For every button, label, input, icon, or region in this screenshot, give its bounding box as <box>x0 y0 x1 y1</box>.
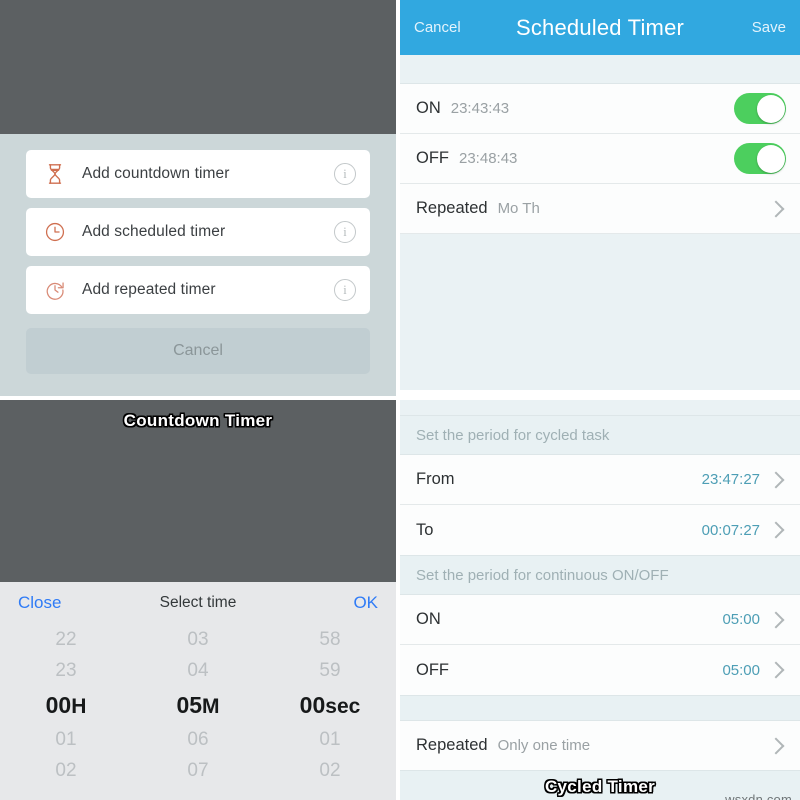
empty-area <box>400 234 800 390</box>
row-on-time: 23:43:43 <box>450 100 510 117</box>
info-icon[interactable]: i <box>334 279 356 301</box>
row-off[interactable]: OFF 23:48:43 <box>400 134 800 184</box>
ok-button[interactable]: OK <box>308 593 378 613</box>
wheel-item[interactable]: 01 <box>319 724 340 755</box>
wheel-item[interactable]: 22 <box>55 624 76 655</box>
picker-toolbar: Close Select time OK <box>0 582 396 624</box>
toggle-on-switch[interactable] <box>734 93 786 124</box>
wheel-item[interactable]: 04 <box>187 655 208 686</box>
wheel-item[interactable]: 02 <box>319 755 340 786</box>
hourglass-icon <box>42 161 68 187</box>
row-to[interactable]: To 00:07:27 <box>400 505 800 555</box>
row-off-time: 23:48:43 <box>459 150 518 167</box>
section-header-continuous: Set the period for continuous ON/OFF <box>400 555 800 595</box>
screenshot-root: Add countdown timer i Add scheduled time… <box>0 0 800 800</box>
chevron-right-icon <box>767 611 785 628</box>
row-on[interactable]: ON 23:43:43 <box>400 84 800 134</box>
footer-caption-area: Cycled Timer wsxdn.com <box>400 771 800 800</box>
wheel-item[interactable]: 58 <box>319 624 340 655</box>
wheel-unit: sec <box>325 695 361 718</box>
row-off-label: OFF <box>416 660 449 679</box>
row-on-label: ON <box>416 99 441 117</box>
wheel-selected-seconds[interactable]: 00sec <box>300 686 361 724</box>
panel-add-timer-sheet: Add countdown timer i Add scheduled time… <box>0 0 396 396</box>
sheet-option-countdown[interactable]: Add countdown timer i <box>26 150 370 198</box>
panel-cycled-timer: Set the period for cycled task From 23:4… <box>400 400 800 800</box>
row-off-value: 05:00 <box>722 661 760 679</box>
clock-icon <box>42 219 68 245</box>
row-repeated[interactable]: Repeated Only one time <box>400 721 800 771</box>
countdown-caption: Countdown Timer <box>123 411 273 430</box>
wheel-selected-value: 05 <box>176 692 203 718</box>
wheel-selected-minutes[interactable]: 05M <box>176 686 219 724</box>
wheel-item[interactable]: 59 <box>319 655 340 686</box>
repeat-arrow-icon <box>42 277 68 303</box>
chevron-right-icon <box>767 200 785 217</box>
close-button[interactable]: Close <box>18 593 88 613</box>
row-on-label: ON <box>416 610 441 628</box>
action-sheet: Add countdown timer i Add scheduled time… <box>0 134 396 396</box>
watermark: wsxdn.com <box>725 792 792 800</box>
sheet-option-repeated[interactable]: Add repeated timer i <box>26 266 370 314</box>
row-repeated-value: Only one time <box>497 737 591 754</box>
row-repeated[interactable]: Repeated Mo Th <box>400 184 800 234</box>
info-icon[interactable]: i <box>334 163 356 185</box>
sheet-option-label: Add repeated timer <box>82 281 216 298</box>
row-off-label: OFF <box>416 149 449 167</box>
row-repeated-label: Repeated <box>416 736 488 754</box>
row-repeated-label: Repeated <box>416 199 488 217</box>
toggle-knob <box>756 144 785 173</box>
wheel-selected-hours[interactable]: 00H <box>46 686 87 724</box>
wheel-unit: H <box>71 695 87 718</box>
wheel-item[interactable]: 02 <box>55 755 76 786</box>
picker-title: Select time <box>159 594 237 611</box>
chevron-right-icon <box>767 661 785 679</box>
picker-wheels: 22 23 00H 01 02 03 04 05M 06 07 58 59 00… <box>0 624 396 800</box>
wheel-item[interactable]: 03 <box>187 624 208 655</box>
chevron-right-icon <box>767 737 785 754</box>
wheel-minutes[interactable]: 03 04 05M 06 07 <box>132 624 264 800</box>
chevron-right-icon <box>767 471 785 488</box>
toggle-knob <box>756 94 785 123</box>
chevron-right-icon <box>767 521 785 539</box>
sheet-option-scheduled[interactable]: Add scheduled timer i <box>26 208 370 256</box>
row-from-value: 23:47:27 <box>701 471 760 488</box>
nav-bar: Cancel Scheduled Timer Save <box>400 0 800 55</box>
row-to-value: 00:07:27 <box>701 521 760 539</box>
row-on-value: 05:00 <box>722 611 760 628</box>
section-header-cycled-task: Set the period for cycled task <box>400 415 800 455</box>
row-from[interactable]: From 23:47:27 <box>400 455 800 505</box>
nav-cancel-button[interactable]: Cancel <box>414 19 478 36</box>
wheel-unit: M <box>202 695 220 718</box>
section-gap <box>400 695 800 721</box>
toggle-off-switch[interactable] <box>734 143 786 174</box>
toggle-list: ON 23:43:43 OFF 23:48:43 Repeated Mo Th <box>400 84 800 234</box>
top-strip <box>400 400 800 415</box>
time-picker-sheet: Close Select time OK 22 23 00H 01 02 03 … <box>0 582 396 800</box>
panel-scheduled-timer: Cancel Scheduled Timer Save ON 23:43:43 … <box>400 0 800 396</box>
cancel-button[interactable]: Cancel <box>26 328 370 374</box>
row-off[interactable]: OFF 05:00 <box>400 645 800 695</box>
info-icon[interactable]: i <box>334 221 356 243</box>
nav-save-button[interactable]: Save <box>722 19 786 36</box>
wheel-hours[interactable]: 22 23 00H 01 02 <box>0 624 132 800</box>
wheel-item[interactable]: 07 <box>187 755 208 786</box>
row-to-label: To <box>416 520 434 539</box>
wheel-selected-value: 00 <box>299 692 326 718</box>
wheel-item[interactable]: 23 <box>55 655 76 686</box>
row-from-label: From <box>416 470 455 488</box>
page-title: Scheduled Timer <box>515 14 685 40</box>
wheel-seconds[interactable]: 58 59 00sec 01 02 <box>264 624 396 800</box>
dim-backdrop <box>0 0 396 134</box>
row-on[interactable]: ON 05:00 <box>400 595 800 645</box>
sheet-option-label: Add countdown timer <box>82 165 230 182</box>
top-gap <box>400 55 800 84</box>
wheel-item[interactable]: 01 <box>55 724 76 755</box>
row-repeated-value: Mo Th <box>497 200 540 217</box>
wheel-selected-value: 00 <box>45 692 72 718</box>
wheel-item[interactable]: 06 <box>187 724 208 755</box>
panel-countdown-timer: Countdown Timer Close Select time OK 22 … <box>0 400 396 800</box>
sheet-option-label: Add scheduled timer <box>82 223 226 240</box>
